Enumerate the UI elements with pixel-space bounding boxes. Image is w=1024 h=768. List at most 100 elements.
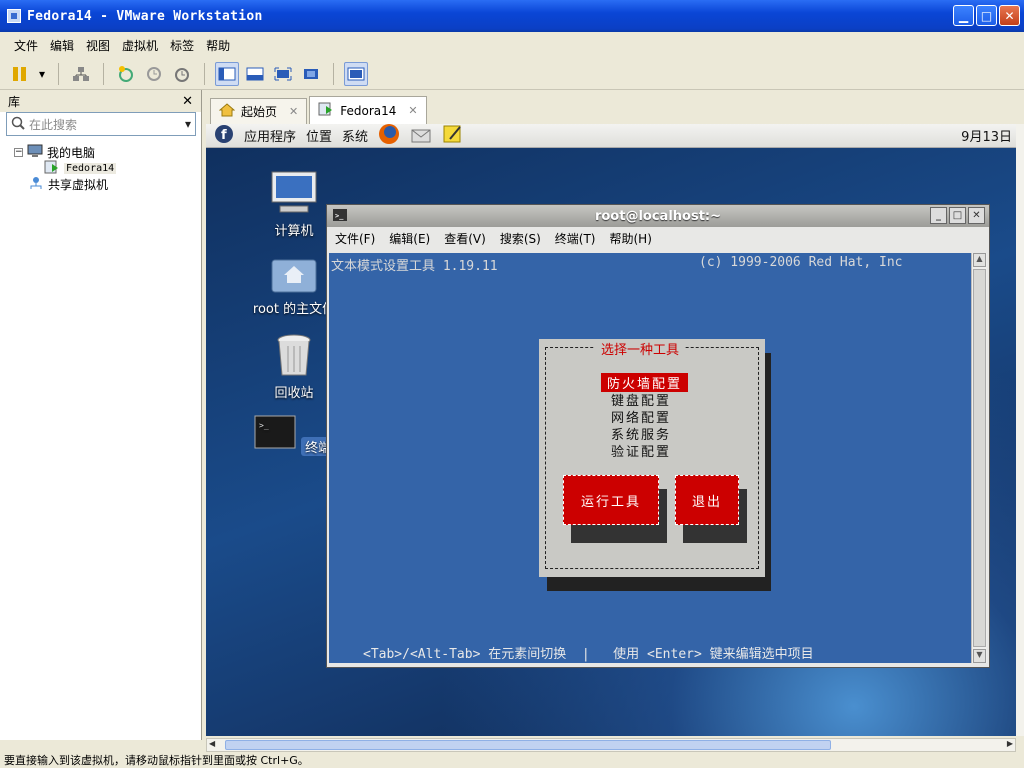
terminal-screen[interactable]: 文本模式设置工具 1.19.11 (c) 1999-2006 Red Hat, … — [329, 253, 971, 663]
svg-text:f: f — [221, 128, 227, 143]
search-input[interactable]: 在此搜索 ▾ — [6, 112, 196, 136]
tree-item-shared[interactable]: 共享虚拟机 — [14, 176, 201, 192]
terminal-menu-edit[interactable]: 编辑(E) — [389, 230, 430, 247]
menu-file[interactable]: 文件 — [8, 37, 44, 54]
menu-view[interactable]: 视图 — [80, 37, 116, 54]
chevron-down-icon[interactable]: ▾ — [36, 62, 48, 86]
tui-footer: <Tab>/<Alt-Tab> 在元素间切换 | 使用 <Enter> 键来编辑… — [363, 647, 814, 662]
scroll-right-icon[interactable]: ▶ — [1007, 739, 1013, 748]
console-view-icon[interactable] — [243, 62, 267, 86]
menu-bar: 文件 编辑 视图 虚拟机 标签 帮助 — [0, 32, 1024, 58]
terminal-menu-help[interactable]: 帮助(H) — [610, 230, 652, 247]
window-title: Fedora14 - VMware Workstation — [27, 8, 263, 24]
status-text: 要直接输入到该虚拟机，请移动鼠标指针到里面或按 Ctrl+G。 — [4, 754, 309, 767]
thumbnail-bar-icon[interactable] — [344, 61, 368, 86]
dialog-title: 选择一种工具 — [595, 339, 686, 358]
full-screen-icon[interactable] — [271, 62, 295, 86]
fedora-logo-icon[interactable]: f — [214, 124, 234, 148]
terminal-icon: >_ — [333, 209, 347, 225]
close-tab-icon[interactable]: ✕ — [408, 104, 417, 117]
scroll-down-icon[interactable]: ▼ — [973, 649, 986, 663]
menu-tabs[interactable]: 标签 — [164, 37, 200, 54]
tool-item-auth[interactable]: 验证配置 — [611, 441, 671, 460]
shared-vm-icon — [28, 176, 44, 193]
network-icon[interactable] — [69, 62, 93, 86]
computer-icon — [271, 171, 317, 213]
tab-fedora14[interactable]: Fedora14 ✕ — [309, 96, 427, 124]
menu-vm[interactable]: 虚拟机 — [116, 37, 164, 54]
terminal-menu-view[interactable]: 查看(V) — [444, 230, 486, 247]
scroll-up-icon[interactable]: ▲ — [973, 253, 986, 267]
tree-item-vm[interactable]: Fedora14 — [14, 160, 201, 176]
console-vertical-scrollbar[interactable] — [1016, 124, 1024, 736]
svg-text:>_: >_ — [335, 212, 344, 220]
tree-label: 共享虚拟机 — [48, 177, 109, 192]
tree-item-my-computer[interactable]: − 我的电脑 — [14, 144, 201, 160]
vm-running-icon — [318, 102, 334, 119]
maximize-button[interactable]: □ — [976, 5, 997, 26]
search-placeholder: 在此搜索 — [29, 117, 78, 132]
library-panel: 库 ✕ 在此搜索 ▾ − 我的电脑 Fedora14 共享虚拟机 — [0, 90, 202, 740]
tui-header-left: 文本模式设置工具 1.19.11 — [331, 259, 498, 274]
close-icon[interactable]: ✕ — [182, 94, 193, 109]
run-tool-button[interactable]: 运行工具 — [563, 475, 659, 525]
terminal-menu-file[interactable]: 文件(F) — [335, 230, 375, 247]
svg-text:>_: >_ — [259, 421, 269, 430]
run-tool-label: 运行工具 — [580, 494, 641, 510]
status-bar: 要直接输入到该虚拟机，请移动鼠标指针到里面或按 Ctrl+G。 — [0, 754, 1024, 768]
toolbar-divider — [58, 62, 59, 85]
panel-places[interactable]: 位置 — [306, 126, 332, 145]
close-button[interactable]: ✕ — [968, 207, 985, 224]
trash-icon — [277, 334, 311, 376]
minimize-button[interactable]: _ — [930, 207, 947, 224]
vm-console[interactable]: f 应用程序 位置 系统 9月13日 计算机 root 的主文件 回收站 >_ … — [206, 124, 1016, 736]
home-folder-icon — [271, 259, 317, 293]
scroll-left-icon[interactable]: ◀ — [209, 739, 215, 748]
email-icon[interactable] — [410, 124, 432, 149]
menu-edit[interactable]: 编辑 — [44, 37, 80, 54]
terminal-menu-bar: 文件(F) 编辑(E) 查看(V) 搜索(S) 终端(T) 帮助(H) — [327, 227, 989, 249]
maximize-button[interactable]: □ — [949, 207, 966, 224]
close-button[interactable]: ✕ — [999, 5, 1020, 26]
terminal-scrollbar[interactable]: ▲ ▼ — [971, 253, 987, 663]
window-controls: ▁ □ ✕ — [953, 5, 1020, 26]
pause-icon[interactable] — [8, 62, 32, 86]
console-horizontal-scrollbar[interactable]: ◀ ▶ — [206, 738, 1016, 752]
search-icon — [11, 116, 25, 133]
snapshot-manager-icon[interactable] — [170, 62, 194, 86]
terminal-window[interactable]: >_ root@localhost:~ _ □ ✕ 文件(F) 编辑(E) 查看… — [326, 204, 990, 668]
terminal-title-bar[interactable]: >_ root@localhost:~ _ □ ✕ — [327, 205, 989, 227]
menu-help[interactable]: 帮助 — [200, 37, 236, 54]
panel-clock[interactable]: 9月13日 — [961, 126, 1012, 145]
close-tab-icon[interactable]: ✕ — [289, 105, 298, 118]
vm-running-icon — [44, 160, 60, 177]
toolbar-divider — [204, 62, 205, 85]
terminal-menu-search[interactable]: 搜索(S) — [500, 230, 541, 247]
notes-icon[interactable] — [442, 124, 464, 149]
home-icon — [218, 103, 236, 120]
tree-label: Fedora14 — [64, 162, 117, 174]
library-header: 库 ✕ — [0, 90, 201, 112]
chevron-down-icon[interactable]: ▾ — [185, 117, 191, 131]
terminal-title: root@localhost:~ — [594, 208, 722, 224]
guest-desktop[interactable]: 计算机 root 的主文件 回收站 >_ 终端 >_ root@localhos… — [206, 148, 1016, 736]
vmware-app-icon — [7, 9, 21, 23]
panel-system[interactable]: 系统 — [342, 126, 368, 145]
collapse-icon[interactable]: − — [14, 147, 23, 157]
computer-icon — [27, 144, 43, 161]
revert-snapshot-icon[interactable] — [142, 62, 166, 86]
scroll-thumb[interactable] — [225, 740, 831, 750]
scroll-thumb[interactable] — [973, 269, 986, 647]
snapshot-icon[interactable] — [114, 62, 138, 86]
quit-button[interactable]: 退出 — [675, 475, 739, 525]
show-library-icon[interactable] — [215, 61, 239, 86]
panel-applications[interactable]: 应用程序 — [244, 126, 296, 145]
tui-header-right: (c) 1999-2006 Red Hat, Inc — [699, 255, 903, 270]
tab-home[interactable]: 起始页 ✕ — [210, 98, 308, 124]
tree-label: 我的电脑 — [47, 145, 96, 160]
unity-icon[interactable] — [299, 62, 323, 86]
terminal-menu-terminal[interactable]: 终端(T) — [555, 230, 596, 247]
tool-select-dialog: 选择一种工具 防火墙配置 键盘配置 网络配置 系统服务 验证配置 运行工具 退出 — [539, 339, 765, 577]
minimize-button[interactable]: ▁ — [953, 5, 974, 26]
firefox-icon[interactable] — [378, 124, 400, 149]
